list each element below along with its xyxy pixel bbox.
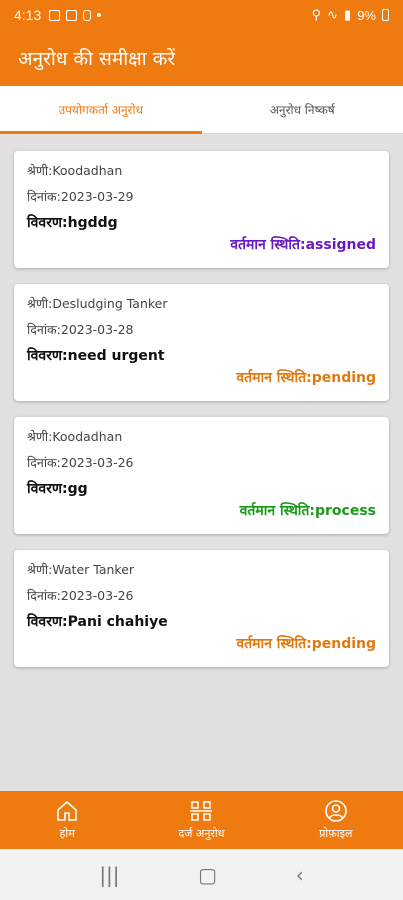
request-status: वर्तमान स्थिति:pending (236, 636, 376, 652)
nav-profile[interactable]: प्रोफ़ाइल (269, 791, 403, 849)
tab-label: उपयोगकर्ता अनुरोध (58, 103, 143, 117)
home-icon (57, 800, 77, 821)
request-description: विवरण:gg (27, 481, 88, 497)
request-card[interactable]: श्रेणी:Koodadhan दिनांक:2023-03-26 विवरण… (14, 417, 389, 534)
request-status: वर्तमान स्थिति:process (239, 503, 376, 519)
nav-label: होम (59, 827, 75, 840)
wifi-icon: ∿ (327, 7, 339, 22)
nav-label: प्रोफ़ाइल (319, 827, 353, 840)
request-date: दिनांक:2023-03-26 (27, 455, 134, 470)
battery-level: 9% (357, 7, 376, 23)
request-category: श्रेणी:Desludging Tanker (27, 296, 168, 311)
message-icon (66, 9, 78, 21)
battery-saver-icon (83, 9, 92, 21)
request-date: दिनांक:2023-03-29 (27, 189, 134, 204)
notification-icons (49, 9, 102, 21)
tab-user-requests[interactable]: उपयोगकर्ता अनुरोध (0, 86, 202, 134)
profile-icon (325, 800, 347, 822)
qr-scan-icon (190, 801, 213, 821)
signal-icon: ▮ (344, 7, 352, 22)
request-description: विवरण:Pani chahiye (27, 614, 168, 630)
request-card[interactable]: श्रेणी:Water Tanker दिनांक:2023-03-26 वि… (14, 550, 389, 667)
location-icon: ⚲ (311, 7, 322, 22)
request-status: वर्तमान स्थिति:assigned (230, 237, 376, 253)
request-status: वर्तमान स्थिति:pending (236, 370, 376, 386)
request-date: दिनांक:2023-03-28 (27, 322, 134, 337)
request-category: श्रेणी:Koodadhan (27, 163, 123, 178)
gallery-icon (49, 9, 61, 21)
back-icon[interactable]: ‹ (296, 863, 304, 887)
home-button-icon[interactable]: ▢ (198, 863, 217, 887)
request-description: विवरण:hgddg (27, 215, 118, 231)
page-title: अनुरोध की समीक्षा करें (18, 48, 176, 70)
system-navigation: ||| ▢ ‹ (0, 849, 403, 900)
request-list: श्रेणी:Koodadhan दिनांक:2023-03-29 विवरण… (14, 151, 389, 683)
app-bar: अनुरोध की समीक्षा करें (0, 30, 403, 86)
nav-home[interactable]: होम (0, 791, 134, 849)
request-description: विवरण:need urgent (27, 348, 165, 364)
request-category: श्रेणी:Koodadhan (27, 429, 123, 444)
recents-icon[interactable]: ||| (99, 863, 119, 887)
system-status: ⚲ ∿ ▮ 9% (312, 7, 389, 23)
tab-request-results[interactable]: अनुरोध निष्कर्ष (202, 86, 403, 133)
request-date: दिनांक:2023-03-26 (27, 588, 134, 603)
status-time: 4:13 (14, 7, 42, 23)
tab-bar: उपयोगकर्ता अनुरोध अनुरोध निष्कर्ष (0, 86, 403, 134)
bottom-nav: होम दर्ज अनुरोध प्रोफ़ाइल (0, 791, 403, 849)
more-notifications-icon (97, 13, 102, 17)
request-card[interactable]: श्रेणी:Desludging Tanker दिनांक:2023-03-… (14, 284, 389, 401)
battery-icon (382, 9, 389, 21)
tab-label: अनुरोध निष्कर्ष (269, 103, 335, 117)
nav-register-request[interactable]: दर्ज अनुरोध (134, 791, 268, 849)
request-category: श्रेणी:Water Tanker (27, 562, 135, 577)
request-card[interactable]: श्रेणी:Koodadhan दिनांक:2023-03-29 विवरण… (14, 151, 389, 268)
status-bar: 4:13 ⚲ ∿ ▮ 9% (0, 0, 403, 30)
nav-label: दर्ज अनुरोध (178, 827, 225, 840)
